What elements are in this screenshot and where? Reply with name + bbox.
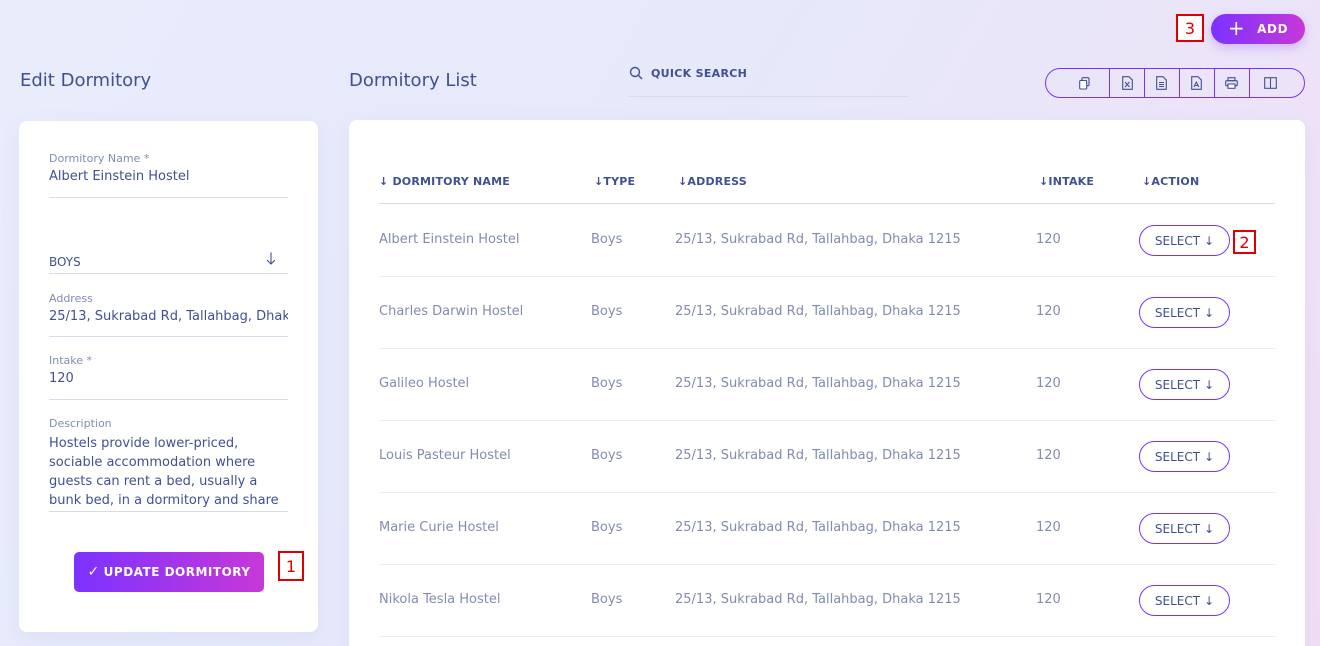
add-button-label: ADD xyxy=(1257,22,1289,36)
table-row: Nikola Tesla Hostel Boys 25/13, Sukrabad… xyxy=(379,565,1275,637)
table-row: Marie Curie Hostel Boys 25/13, Sukrabad … xyxy=(379,493,1275,565)
cell-name: Nikola Tesla Hostel xyxy=(379,592,501,607)
quick-search-placeholder: QUICK SEARCH xyxy=(651,66,748,80)
column-header-address[interactable]: ↓ADDRESS xyxy=(678,175,747,188)
select-button[interactable]: SELECT ↓ xyxy=(1139,585,1230,616)
select-button[interactable]: SELECT ↓ xyxy=(1139,369,1230,400)
print-icon xyxy=(1225,77,1239,89)
check-icon: ✓ xyxy=(87,564,100,580)
annotation-marker-1: 1 xyxy=(278,551,304,581)
edit-dormitory-card: Dormitory Name * Albert Einstein Hostel … xyxy=(19,121,318,632)
description-label: Description xyxy=(49,417,112,430)
address-value: 25/13, Sukrabad Rd, Tallahbag, Dhaka xyxy=(49,309,288,324)
cell-intake: 120 xyxy=(1036,376,1061,391)
search-icon xyxy=(629,66,643,80)
column-header-type[interactable]: ↓TYPE xyxy=(594,175,635,188)
address-label: Address xyxy=(49,292,93,305)
copy-button[interactable] xyxy=(1046,69,1109,97)
cell-type: Boys xyxy=(591,520,623,535)
column-header-intake[interactable]: ↓INTAKE xyxy=(1039,175,1094,188)
table-row: Charles Darwin Hostel Boys 25/13, Sukrab… xyxy=(379,277,1275,349)
type-select-value: BOYS xyxy=(49,255,81,269)
cell-name: Albert Einstein Hostel xyxy=(379,232,520,247)
excel-button[interactable] xyxy=(1109,69,1144,97)
cell-intake: 120 xyxy=(1036,520,1061,535)
dormitory-name-value: Albert Einstein Hostel xyxy=(49,169,190,184)
column-header-name[interactable]: ↓ DORMITORY NAME xyxy=(379,175,510,188)
table-row: Louis Pasteur Hostel Boys 25/13, Sukraba… xyxy=(379,421,1275,493)
arrow-down-icon: ↓ xyxy=(1204,233,1215,248)
export-toolbar xyxy=(1045,68,1305,98)
table-row: Albert Einstein Hostel Boys 25/13, Sukra… xyxy=(379,205,1275,277)
annotation-marker-2: 2 xyxy=(1233,230,1256,254)
arrow-down-icon: ↓ xyxy=(1204,449,1215,464)
intake-label: Intake * xyxy=(49,354,93,367)
cell-intake: 120 xyxy=(1036,448,1061,463)
select-button[interactable]: SELECT ↓ xyxy=(1139,225,1230,256)
cell-type: Boys xyxy=(591,448,623,463)
annotation-marker-3: 3 xyxy=(1176,14,1204,42)
arrow-down-icon: ↓ xyxy=(1204,521,1215,536)
select-button[interactable]: SELECT ↓ xyxy=(1139,441,1230,472)
address-field[interactable]: Address 25/13, Sukrabad Rd, Tallahbag, D… xyxy=(49,292,288,337)
cell-name: Louis Pasteur Hostel xyxy=(379,448,511,463)
arrow-down-icon: ↓ xyxy=(1204,305,1215,320)
intake-field[interactable]: Intake * 120 xyxy=(49,354,288,400)
cell-type: Boys xyxy=(591,304,623,319)
update-dormitory-label: UPDATE DORMITORY xyxy=(103,565,251,579)
cell-address: 25/13, Sukrabad Rd, Tallahbag, Dhaka 121… xyxy=(675,304,961,319)
table-header: ↓ DORMITORY NAME ↓TYPE ↓ADDRESS ↓INTAKE … xyxy=(379,164,1275,204)
dormitory-name-field[interactable]: Dormitory Name * Albert Einstein Hostel xyxy=(49,152,288,198)
quick-search-input[interactable]: QUICK SEARCH xyxy=(629,60,909,97)
dormitory-list-card: ↓ DORMITORY NAME ↓TYPE ↓ADDRESS ↓INTAKE … xyxy=(349,120,1305,646)
csv-icon xyxy=(1156,76,1168,90)
dormitory-name-label: Dormitory Name * xyxy=(49,152,150,165)
pdf-icon xyxy=(1191,76,1203,90)
dormitory-list-title: Dormitory List xyxy=(349,70,477,91)
cell-name: Charles Darwin Hostel xyxy=(379,304,524,319)
cell-intake: 120 xyxy=(1036,304,1061,319)
cell-type: Boys xyxy=(591,232,623,247)
description-value: Hostels provide lower-priced, sociable a… xyxy=(49,436,279,508)
copy-icon xyxy=(1078,76,1090,90)
columns-button[interactable] xyxy=(1248,69,1304,97)
cell-intake: 120 xyxy=(1036,592,1061,607)
arrow-down-icon: ↓ xyxy=(1204,377,1215,392)
excel-icon xyxy=(1121,76,1133,90)
cell-name: Marie Curie Hostel xyxy=(379,520,499,535)
cell-address: 25/13, Sukrabad Rd, Tallahbag, Dhaka 121… xyxy=(675,376,961,391)
plus-icon: + xyxy=(1227,16,1246,40)
cell-address: 25/13, Sukrabad Rd, Tallahbag, Dhaka 121… xyxy=(675,448,961,463)
cell-intake: 120 xyxy=(1036,232,1061,247)
cell-type: Boys xyxy=(591,592,623,607)
description-field[interactable]: Description Hostels provide lower-priced… xyxy=(49,417,288,512)
type-select[interactable]: BOYS xyxy=(49,250,288,274)
cell-address: 25/13, Sukrabad Rd, Tallahbag, Dhaka 121… xyxy=(675,592,961,607)
cell-name: Galileo Hostel xyxy=(379,376,470,391)
columns-icon xyxy=(1264,77,1278,89)
edit-dormitory-title: Edit Dormitory xyxy=(20,70,152,91)
cell-type: Boys xyxy=(591,376,623,391)
column-header-action[interactable]: ↓ACTION xyxy=(1142,175,1199,188)
cell-address: 25/13, Sukrabad Rd, Tallahbag, Dhaka 121… xyxy=(675,520,961,535)
cell-address: 25/13, Sukrabad Rd, Tallahbag, Dhaka 121… xyxy=(675,232,961,247)
select-button[interactable]: SELECT ↓ xyxy=(1139,513,1230,544)
table-row: Galileo Hostel Boys 25/13, Sukrabad Rd, … xyxy=(379,349,1275,421)
intake-value: 120 xyxy=(49,371,74,386)
add-button[interactable]: + ADD xyxy=(1211,14,1305,44)
arrow-down-icon: ↓ xyxy=(1204,593,1215,608)
select-button[interactable]: SELECT ↓ xyxy=(1139,297,1230,328)
update-dormitory-button[interactable]: ✓ UPDATE DORMITORY xyxy=(74,552,264,592)
arrow-down-icon xyxy=(266,252,276,265)
print-button[interactable] xyxy=(1213,69,1249,97)
csv-button[interactable] xyxy=(1144,69,1179,97)
pdf-button[interactable] xyxy=(1178,69,1214,97)
